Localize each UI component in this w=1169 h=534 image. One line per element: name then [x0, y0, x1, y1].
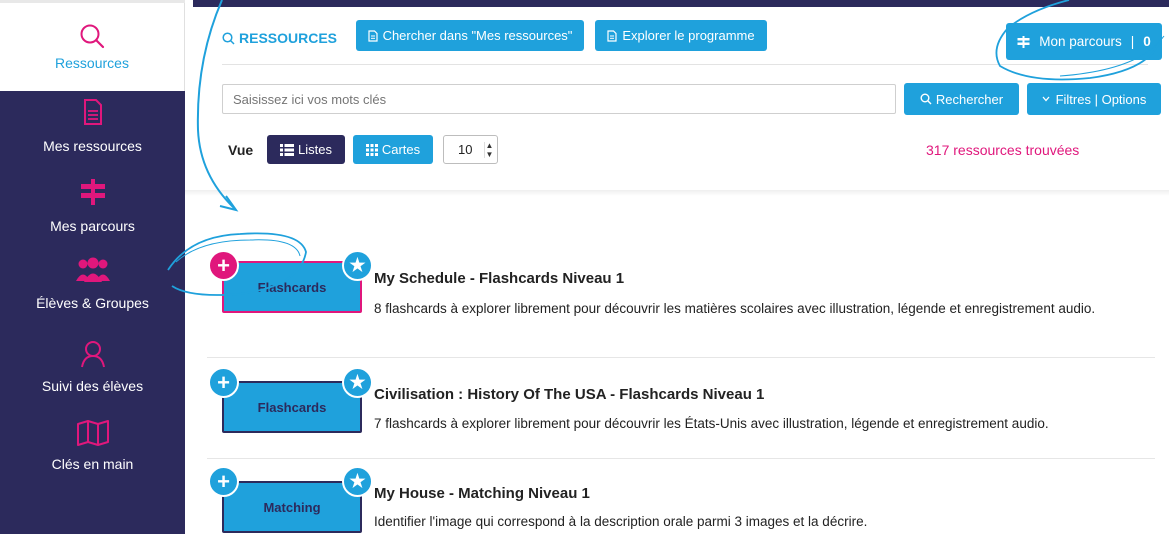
select-arrow-icon: ▲ ▼	[484, 141, 494, 159]
resource-description: 8 flashcards à explorer librement pour d…	[374, 301, 1096, 316]
per-page-select[interactable]: 10 ▲ ▼	[443, 135, 498, 164]
results-count: 317 ressources trouvées	[926, 142, 1080, 158]
sidebar-item-cles-en-main[interactable]: Clés en main	[0, 420, 185, 472]
list-icon	[280, 143, 295, 156]
top-frame-bar	[193, 0, 1169, 7]
resource-type-card[interactable]: Flashcards	[222, 381, 362, 433]
resource-title[interactable]: My House - Matching Niveau 1	[374, 485, 590, 502]
signpost-icon	[1017, 35, 1030, 48]
sidebar-item-eleves-groupes[interactable]: Élèves & Groupes	[0, 257, 185, 311]
search-icon	[222, 31, 235, 45]
filters-options-label: Filtres | Options	[1055, 91, 1147, 107]
sidebar-item-suivi-eleves[interactable]: Suivi des élèves	[0, 340, 185, 394]
document-icon	[367, 29, 378, 42]
mon-parcours-label: Mon parcours	[1039, 34, 1122, 49]
parcours-count: 0	[1143, 34, 1151, 49]
signpost-icon	[80, 179, 105, 205]
resource-row[interactable]: Flashcards + ★ My Schedule - Flashcards …	[207, 240, 1169, 358]
resource-description: 7 flashcards à explorer librement pour d…	[374, 416, 1049, 431]
view-label: Vue	[228, 142, 254, 158]
resource-title[interactable]: Civilisation : History Of The USA - Flas…	[374, 386, 764, 403]
favorite-star-icon[interactable]: ★	[342, 466, 373, 497]
sidebar-item-mes-ressources[interactable]: Mes ressources	[0, 99, 185, 154]
sidebar-item-label: Clés en main	[51, 456, 134, 472]
document-icon	[607, 29, 617, 42]
view-cards-button[interactable]: Cartes	[353, 135, 433, 164]
mon-parcours-button[interactable]: Mon parcours | 0	[1006, 23, 1162, 60]
sidebar-item-ressources[interactable]: Ressources	[0, 3, 185, 91]
resource-title[interactable]: My Schedule - Flashcards Niveau 1	[374, 270, 624, 287]
add-to-parcours-icon[interactable]: +	[208, 367, 239, 398]
sidebar-item-label: Suivi des élèves	[41, 378, 144, 394]
per-page-value: 10	[458, 142, 473, 157]
view-cards-label: Cartes	[381, 142, 421, 157]
resource-type-card[interactable]: Matching	[222, 481, 362, 533]
chevron-down-icon	[1042, 96, 1050, 102]
document-icon	[83, 99, 102, 125]
map-icon	[76, 420, 109, 446]
page-title-text: RESSOURCES	[239, 30, 338, 46]
search-icon	[80, 24, 105, 49]
explore-program-button[interactable]: Explorer le programme	[595, 20, 767, 51]
search-mine-button[interactable]: Chercher dans "Mes ressources"	[356, 20, 584, 51]
results-divider	[185, 190, 1169, 196]
sidebar-item-mes-parcours[interactable]: Mes parcours	[0, 179, 185, 234]
resource-type-label: Matching	[263, 499, 321, 515]
search-icon	[920, 93, 932, 105]
parcours-separator: |	[1130, 34, 1135, 49]
resource-description: Identifier l'image qui correspond à la d…	[374, 514, 868, 529]
sidebar-item-label: Mes parcours	[50, 218, 135, 234]
search-mine-label: Chercher dans "Mes ressources"	[382, 28, 573, 43]
resource-row[interactable]: Flashcards + ★ Civilisation : History Of…	[207, 358, 1169, 459]
filters-options-button[interactable]: Filtres | Options	[1027, 83, 1161, 115]
search-input[interactable]	[222, 84, 896, 114]
sidebar-item-label: Élèves & Groupes	[36, 295, 149, 311]
group-icon	[75, 257, 110, 282]
search-button-label: Rechercher	[935, 91, 1004, 107]
resource-type-label: Flashcards	[257, 279, 327, 295]
explore-program-label: Explorer le programme	[622, 28, 755, 43]
resource-row[interactable]: Matching + ★ My House - Matching Niveau …	[207, 459, 1169, 534]
add-to-parcours-icon[interactable]: +	[208, 466, 239, 497]
user-outline-icon	[80, 341, 105, 368]
page-title: RESSOURCES	[222, 30, 337, 46]
favorite-star-icon[interactable]: ★	[342, 367, 373, 398]
grid-icon	[365, 143, 378, 156]
search-button[interactable]: Rechercher	[904, 83, 1019, 115]
header-divider	[222, 64, 1148, 65]
resource-type-label: Flashcards	[257, 399, 327, 415]
view-list-button[interactable]: Listes	[267, 135, 345, 164]
sidebar-item-label: Mes ressources	[43, 138, 142, 154]
sidebar-item-label: Ressources	[55, 55, 129, 71]
resource-type-card[interactable]: Flashcards	[222, 261, 362, 313]
favorite-star-icon[interactable]: ★	[342, 250, 373, 281]
view-list-label: Listes	[298, 142, 332, 157]
add-to-parcours-icon[interactable]: +	[208, 250, 239, 281]
sidebar: Ressources Mes ressources Mes parcours É…	[0, 0, 185, 534]
